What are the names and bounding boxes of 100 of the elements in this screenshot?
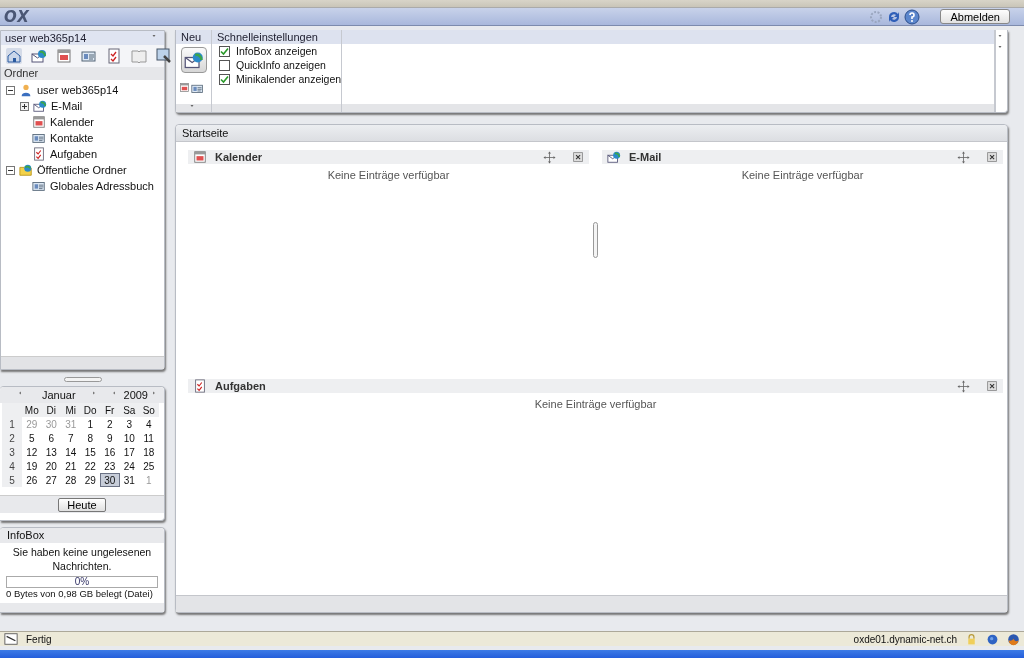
calendar-day[interactable]: 20 bbox=[41, 459, 61, 473]
today-button[interactable]: Heute bbox=[58, 497, 106, 512]
folder-globe-icon bbox=[19, 163, 33, 177]
browser-icon bbox=[1007, 632, 1020, 646]
notebook-icon bbox=[131, 48, 147, 64]
calendar-day[interactable]: 17 bbox=[119, 445, 139, 459]
help-icon bbox=[904, 8, 921, 25]
move-icon bbox=[957, 150, 970, 164]
close-icon bbox=[572, 150, 585, 164]
calendar-day[interactable]: 10 bbox=[119, 431, 139, 445]
weekday-label: Fr bbox=[100, 403, 120, 417]
calendar-day[interactable]: 8 bbox=[80, 431, 100, 445]
weekday-label: Do bbox=[80, 403, 100, 417]
week-number: 1 bbox=[2, 417, 22, 431]
calendar-day[interactable]: 30 bbox=[100, 473, 120, 487]
weekday-label: Mi bbox=[61, 403, 81, 417]
checkbox-label[interactable]: QuickInfo anzeigen bbox=[236, 59, 326, 71]
column-title: Schnelleinstellungen bbox=[212, 30, 341, 44]
calendar-day[interactable]: 11 bbox=[139, 431, 159, 445]
folder-item[interactable]: Kalender bbox=[50, 116, 95, 128]
envelope-icon bbox=[607, 150, 621, 164]
calendar-day[interactable]: 1 bbox=[80, 417, 100, 431]
calendar-day[interactable]: 2 bbox=[100, 417, 120, 431]
calendar-day[interactable]: 24 bbox=[119, 459, 139, 473]
folder-item[interactable]: user web365p14 bbox=[37, 84, 119, 96]
calendar-icon bbox=[193, 150, 207, 164]
move-icon bbox=[543, 150, 556, 164]
calendar-day[interactable]: 14 bbox=[61, 445, 81, 459]
calendar-day[interactable]: 9 bbox=[100, 431, 120, 445]
calendar-day[interactable]: 31 bbox=[119, 473, 139, 487]
calendar-day[interactable]: 7 bbox=[61, 431, 81, 445]
checkbox[interactable] bbox=[219, 73, 230, 85]
folder-item[interactable]: Kontakte bbox=[50, 132, 94, 144]
calendar-day[interactable]: 18 bbox=[139, 445, 159, 459]
year-label: 2009 bbox=[123, 389, 148, 401]
calendar-day[interactable]: 4 bbox=[139, 417, 159, 431]
connection-icon bbox=[4, 632, 18, 646]
address-card-icon bbox=[32, 131, 46, 145]
calendar-day[interactable]: 25 bbox=[139, 459, 159, 473]
calendar-day[interactable]: 26 bbox=[22, 473, 42, 487]
move-icon bbox=[957, 379, 970, 393]
checklist-icon bbox=[32, 147, 46, 161]
calendar-day[interactable]: 3 bbox=[119, 417, 139, 431]
panel-title: Startseite bbox=[176, 125, 1007, 142]
empty-message: Keine Einträge verfügbar bbox=[326, 169, 451, 181]
globe-icon bbox=[986, 632, 999, 646]
calendar-day[interactable]: 16 bbox=[100, 445, 120, 459]
folder-item[interactable]: E-Mail bbox=[51, 100, 83, 112]
checkbox-label[interactable]: Minikalender anzeigen bbox=[236, 73, 342, 85]
weekday-label: Mo bbox=[22, 403, 42, 417]
calendar-day[interactable]: 19 bbox=[22, 459, 42, 473]
close-icon bbox=[986, 379, 999, 393]
section-title: Ordner bbox=[1, 67, 164, 80]
resize-handle[interactable] bbox=[593, 222, 598, 258]
weekday-label: Di bbox=[41, 403, 61, 417]
tree-toggle[interactable] bbox=[6, 165, 15, 175]
panel-title: InfoBox bbox=[0, 528, 164, 543]
address-card-icon bbox=[191, 82, 204, 95]
checkbox-label[interactable]: InfoBox anzeigen bbox=[236, 45, 318, 57]
home-icon bbox=[6, 48, 22, 64]
column-title: Neu bbox=[176, 30, 211, 44]
folder-item[interactable]: Öffentliche Ordner bbox=[37, 164, 127, 176]
address-card-icon bbox=[32, 179, 46, 193]
new-mail-button[interactable] bbox=[181, 47, 207, 73]
calendar-day[interactable]: 27 bbox=[41, 473, 61, 487]
info-message: Sie haben keine ungelesenen Nachrichten. bbox=[11, 545, 153, 573]
folder-item[interactable]: Aufgaben bbox=[50, 148, 98, 160]
settings-icon bbox=[156, 48, 172, 64]
folder-item[interactable]: Globales Adressbuch bbox=[50, 180, 154, 192]
calendar-day[interactable]: 28 bbox=[61, 473, 81, 487]
calendar-day[interactable]: 12 bbox=[22, 445, 42, 459]
host-name: oxde01.dynamic-net.ch bbox=[853, 633, 957, 645]
address-card-icon bbox=[81, 48, 97, 64]
lock-icon bbox=[965, 632, 978, 646]
calendar-day[interactable]: 13 bbox=[41, 445, 61, 459]
checkbox[interactable] bbox=[219, 59, 230, 71]
logout-button[interactable]: Abmelden bbox=[940, 9, 1010, 24]
calendar-day[interactable]: 21 bbox=[61, 459, 81, 473]
widget-title: E-Mail bbox=[628, 151, 663, 163]
activity-icon bbox=[868, 8, 885, 25]
envelope-icon bbox=[184, 50, 204, 70]
calendar-icon bbox=[32, 115, 46, 129]
week-number: 5 bbox=[2, 473, 22, 487]
tree-toggle[interactable] bbox=[6, 85, 15, 95]
calendar-day[interactable]: 23 bbox=[100, 459, 120, 473]
checkbox[interactable] bbox=[219, 45, 230, 57]
empty-message: Keine Einträge verfügbar bbox=[740, 169, 865, 181]
close-icon bbox=[986, 150, 999, 164]
calendar-day[interactable]: 15 bbox=[80, 445, 100, 459]
tree-toggle[interactable] bbox=[20, 101, 29, 111]
calendar-day[interactable]: 6 bbox=[41, 431, 61, 445]
calendar-icon bbox=[56, 48, 72, 64]
status-text: Fertig bbox=[26, 633, 52, 645]
calendar-day[interactable]: 22 bbox=[80, 459, 100, 473]
calendar-icon bbox=[179, 82, 190, 93]
calendar-day[interactable]: 29 bbox=[80, 473, 100, 487]
checklist-icon bbox=[193, 379, 207, 393]
resize-handle[interactable] bbox=[64, 377, 102, 382]
calendar-day[interactable]: 5 bbox=[22, 431, 42, 445]
weekday-label: Sa bbox=[119, 403, 139, 417]
